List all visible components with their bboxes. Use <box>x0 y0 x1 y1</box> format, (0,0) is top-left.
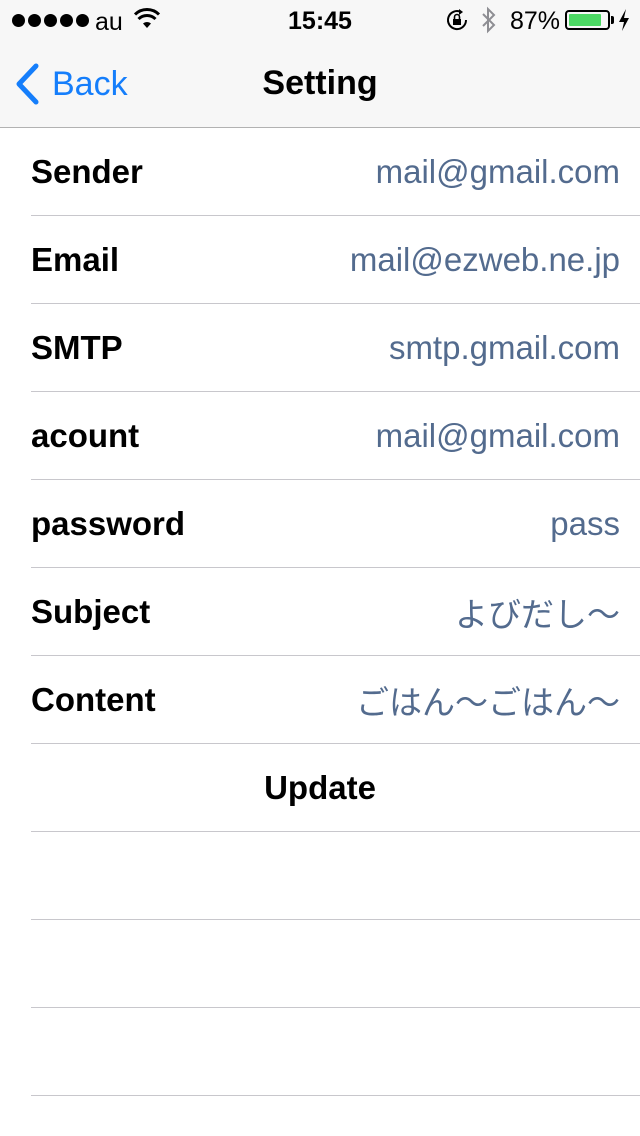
empty-row <box>0 920 640 1008</box>
battery-percent: 87% <box>510 7 561 35</box>
status-bar: au 15:45 87% <box>0 0 640 40</box>
setting-value[interactable]: ごはん〜ごはん〜 <box>356 676 620 724</box>
setting-label: Content <box>31 681 156 718</box>
empty-row <box>0 1008 640 1096</box>
setting-label: SMTP <box>31 329 123 366</box>
update-button[interactable]: Update <box>0 744 640 832</box>
setting-row-content[interactable]: Content ごはん〜ごはん〜 <box>0 656 640 744</box>
bluetooth-icon <box>482 6 496 34</box>
empty-row <box>0 832 640 920</box>
setting-row-password[interactable]: password pass <box>0 480 640 568</box>
setting-row-email[interactable]: Email mail@ezweb.ne.jp <box>0 216 640 304</box>
setting-label: acount <box>31 417 140 454</box>
setting-label: password <box>31 505 186 542</box>
setting-label: Sender <box>31 153 143 190</box>
battery-tip <box>611 16 614 24</box>
battery-fill <box>569 14 602 26</box>
setting-value[interactable]: mail@gmail.com <box>376 153 620 191</box>
setting-value[interactable]: よびだし〜 <box>455 588 620 636</box>
setting-row-account[interactable]: acount mail@gmail.com <box>0 392 640 480</box>
rotation-lock-icon <box>447 9 468 31</box>
settings-list: Sender mail@gmail.com Email mail@ezweb.n… <box>0 128 640 1096</box>
update-label: Update <box>264 769 376 806</box>
setting-value[interactable]: mail@gmail.com <box>376 417 620 455</box>
setting-row-subject[interactable]: Subject よびだし〜 <box>0 568 640 656</box>
setting-label: Email <box>31 241 120 278</box>
navigation-bar: Back Setting <box>0 40 640 128</box>
page-title: Setting <box>262 64 378 102</box>
setting-value[interactable]: smtp.gmail.com <box>389 329 620 367</box>
setting-value[interactable]: pass <box>550 505 620 543</box>
setting-value[interactable]: mail@ezweb.ne.jp <box>350 241 620 279</box>
setting-row-smtp[interactable]: SMTP smtp.gmail.com <box>0 304 640 392</box>
setting-label: Subject <box>31 593 151 630</box>
charging-bolt-icon <box>619 9 629 31</box>
setting-row-sender[interactable]: Sender mail@gmail.com <box>0 128 640 216</box>
battery-icon <box>565 10 610 30</box>
